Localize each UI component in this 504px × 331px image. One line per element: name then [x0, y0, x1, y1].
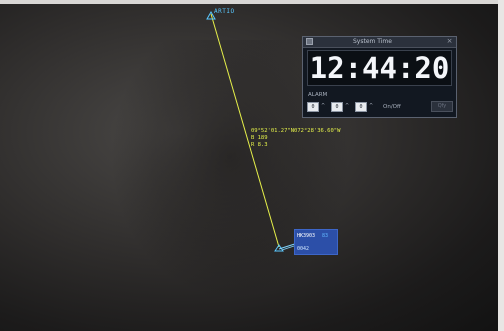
alarm-minute-spin[interactable]: ^ — [345, 103, 349, 109]
close-icon[interactable]: × — [446, 38, 453, 45]
clock-display: 12:44:20 — [307, 50, 452, 86]
window-titlebar[interactable]: System Time × — [303, 37, 456, 48]
range-text: R 8.3 — [251, 142, 268, 148]
alarm-onoff-toggle[interactable]: On/Off — [383, 104, 401, 110]
clock-time: 12:44:20 — [309, 51, 450, 85]
system-time-window: System Time × 12:44:20 ALARM 0 ^ 0 ^ 0 ^… — [302, 36, 457, 118]
waypoint-label[interactable]: ARTIO — [214, 8, 235, 15]
apply-button[interactable]: Qfy — [431, 101, 453, 112]
aircraft-squawk: 0042 — [297, 246, 310, 252]
aircraft-altitude: 83 — [322, 233, 329, 239]
alarm-second-spin[interactable]: ^ — [369, 103, 373, 109]
window-title: System Time — [353, 38, 392, 45]
alarm-minute-field[interactable]: 0 — [331, 102, 343, 112]
alarm-hour-spin[interactable]: ^ — [321, 103, 325, 109]
position-readout: 09°52'01.27"N072°28'36.60"W B 189 R 8.3 — [251, 128, 340, 149]
coords-text: 09°52'01.27"N072°28'36.60"W — [251, 128, 341, 134]
alarm-label: ALARM — [308, 92, 328, 98]
aircraft-callsign: HK3903 — [297, 233, 316, 239]
bearing-text: B 189 — [251, 135, 268, 141]
window-menu-icon[interactable] — [306, 38, 313, 45]
alarm-hour-field[interactable]: 0 — [307, 102, 319, 112]
alarm-second-field[interactable]: 0 — [355, 102, 367, 112]
